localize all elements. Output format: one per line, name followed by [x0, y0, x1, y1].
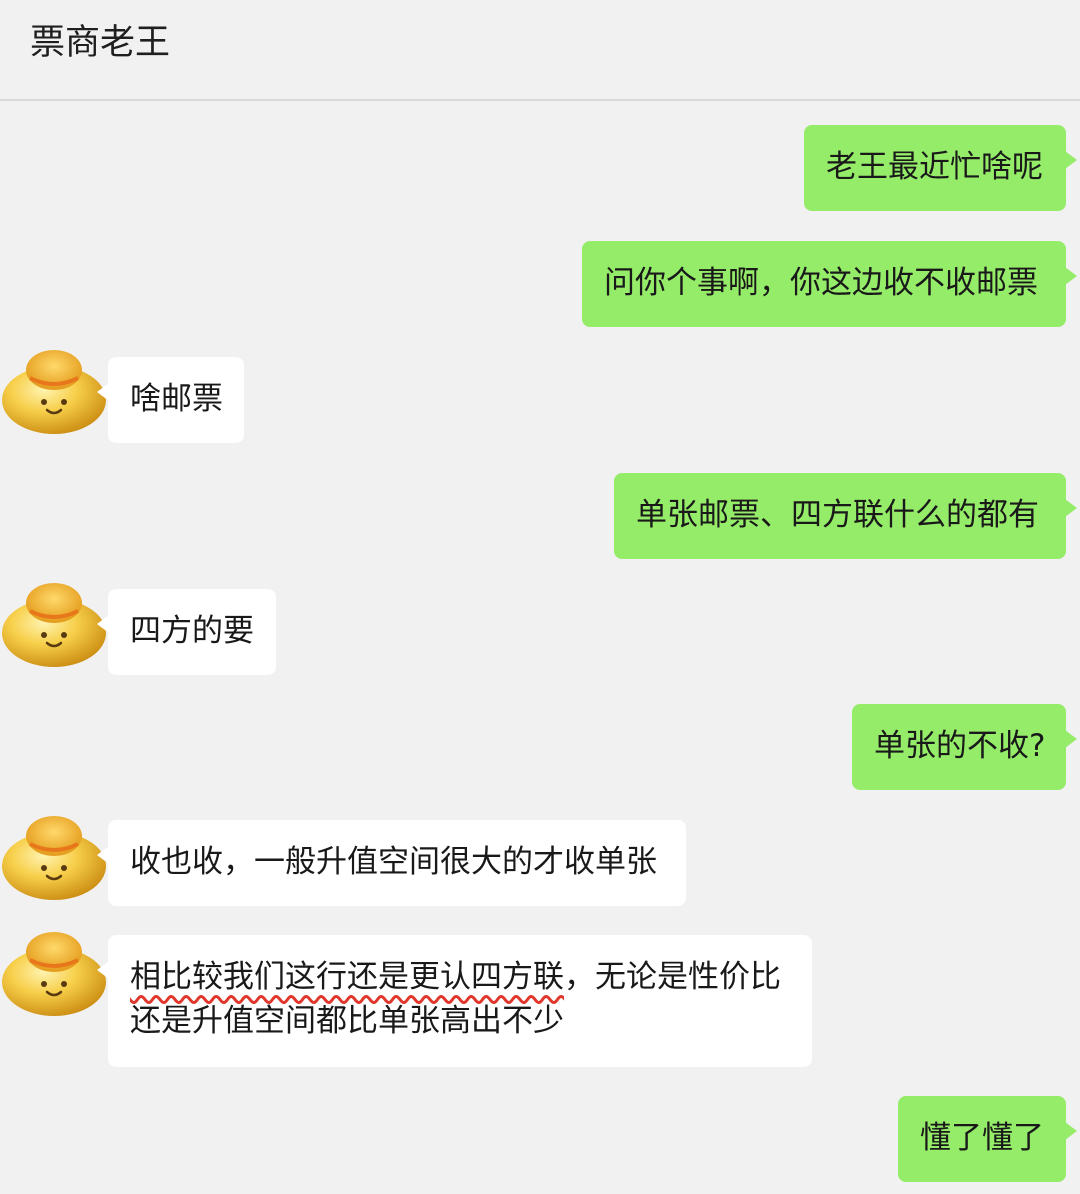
message-text: 四方的要: [130, 613, 254, 649]
message-text: 问你个事啊，你这边收不收邮票: [604, 265, 1038, 301]
my-message-bubble[interactable]: 问你个事啊，你这边收不收邮票: [582, 241, 1077, 327]
their-message-bubble[interactable]: 相比较我们这行还是更认四方联，无论是性价比 还是升值空间都比单张高出不少: [97, 935, 812, 1067]
their-message-bubble[interactable]: 四方的要: [97, 589, 276, 675]
message-text: ，无论是性价比: [564, 959, 781, 995]
their-message-bubble[interactable]: 啥邮票: [97, 357, 244, 443]
message-text: 懂了懂了: [920, 1120, 1044, 1156]
message-text: 单张的不收?: [874, 728, 1046, 764]
message-line: 还是升值空间都比单张高出不少: [130, 1003, 564, 1039]
their-message-bubble[interactable]: 收也收，一般升值空间很大的才收单张: [97, 820, 686, 906]
message-text: 收也收，一般升值空间很大的才收单张: [130, 844, 657, 880]
my-message-bubble[interactable]: 单张邮票、四方联什么的都有: [614, 473, 1077, 559]
gold-ingot-mascot-icon[interactable]: [0, 922, 108, 1018]
gold-ingot-mascot-icon[interactable]: [0, 806, 108, 902]
my-message-bubble[interactable]: 懂了懂了: [898, 1096, 1077, 1182]
chat-header: 票商老王: [0, 0, 1080, 101]
gold-ingot-mascot-icon[interactable]: [0, 573, 108, 669]
gold-ingot-mascot-icon[interactable]: [0, 340, 108, 436]
my-message-bubble[interactable]: 老王最近忙啥呢: [804, 125, 1077, 211]
message-text: 单张邮票、四方联什么的都有: [636, 497, 1039, 533]
message-text: 啥邮票: [130, 381, 223, 417]
message-text: 老王最近忙啥呢: [826, 149, 1043, 185]
page-title: 票商老王: [30, 23, 171, 63]
highlighted-text: 相比较我们这行还是更认四方联: [130, 959, 564, 995]
message-line: 相比较我们这行还是更认四方联，无论是性价比: [130, 955, 790, 999]
my-message-bubble[interactable]: 单张的不收?: [852, 704, 1077, 790]
